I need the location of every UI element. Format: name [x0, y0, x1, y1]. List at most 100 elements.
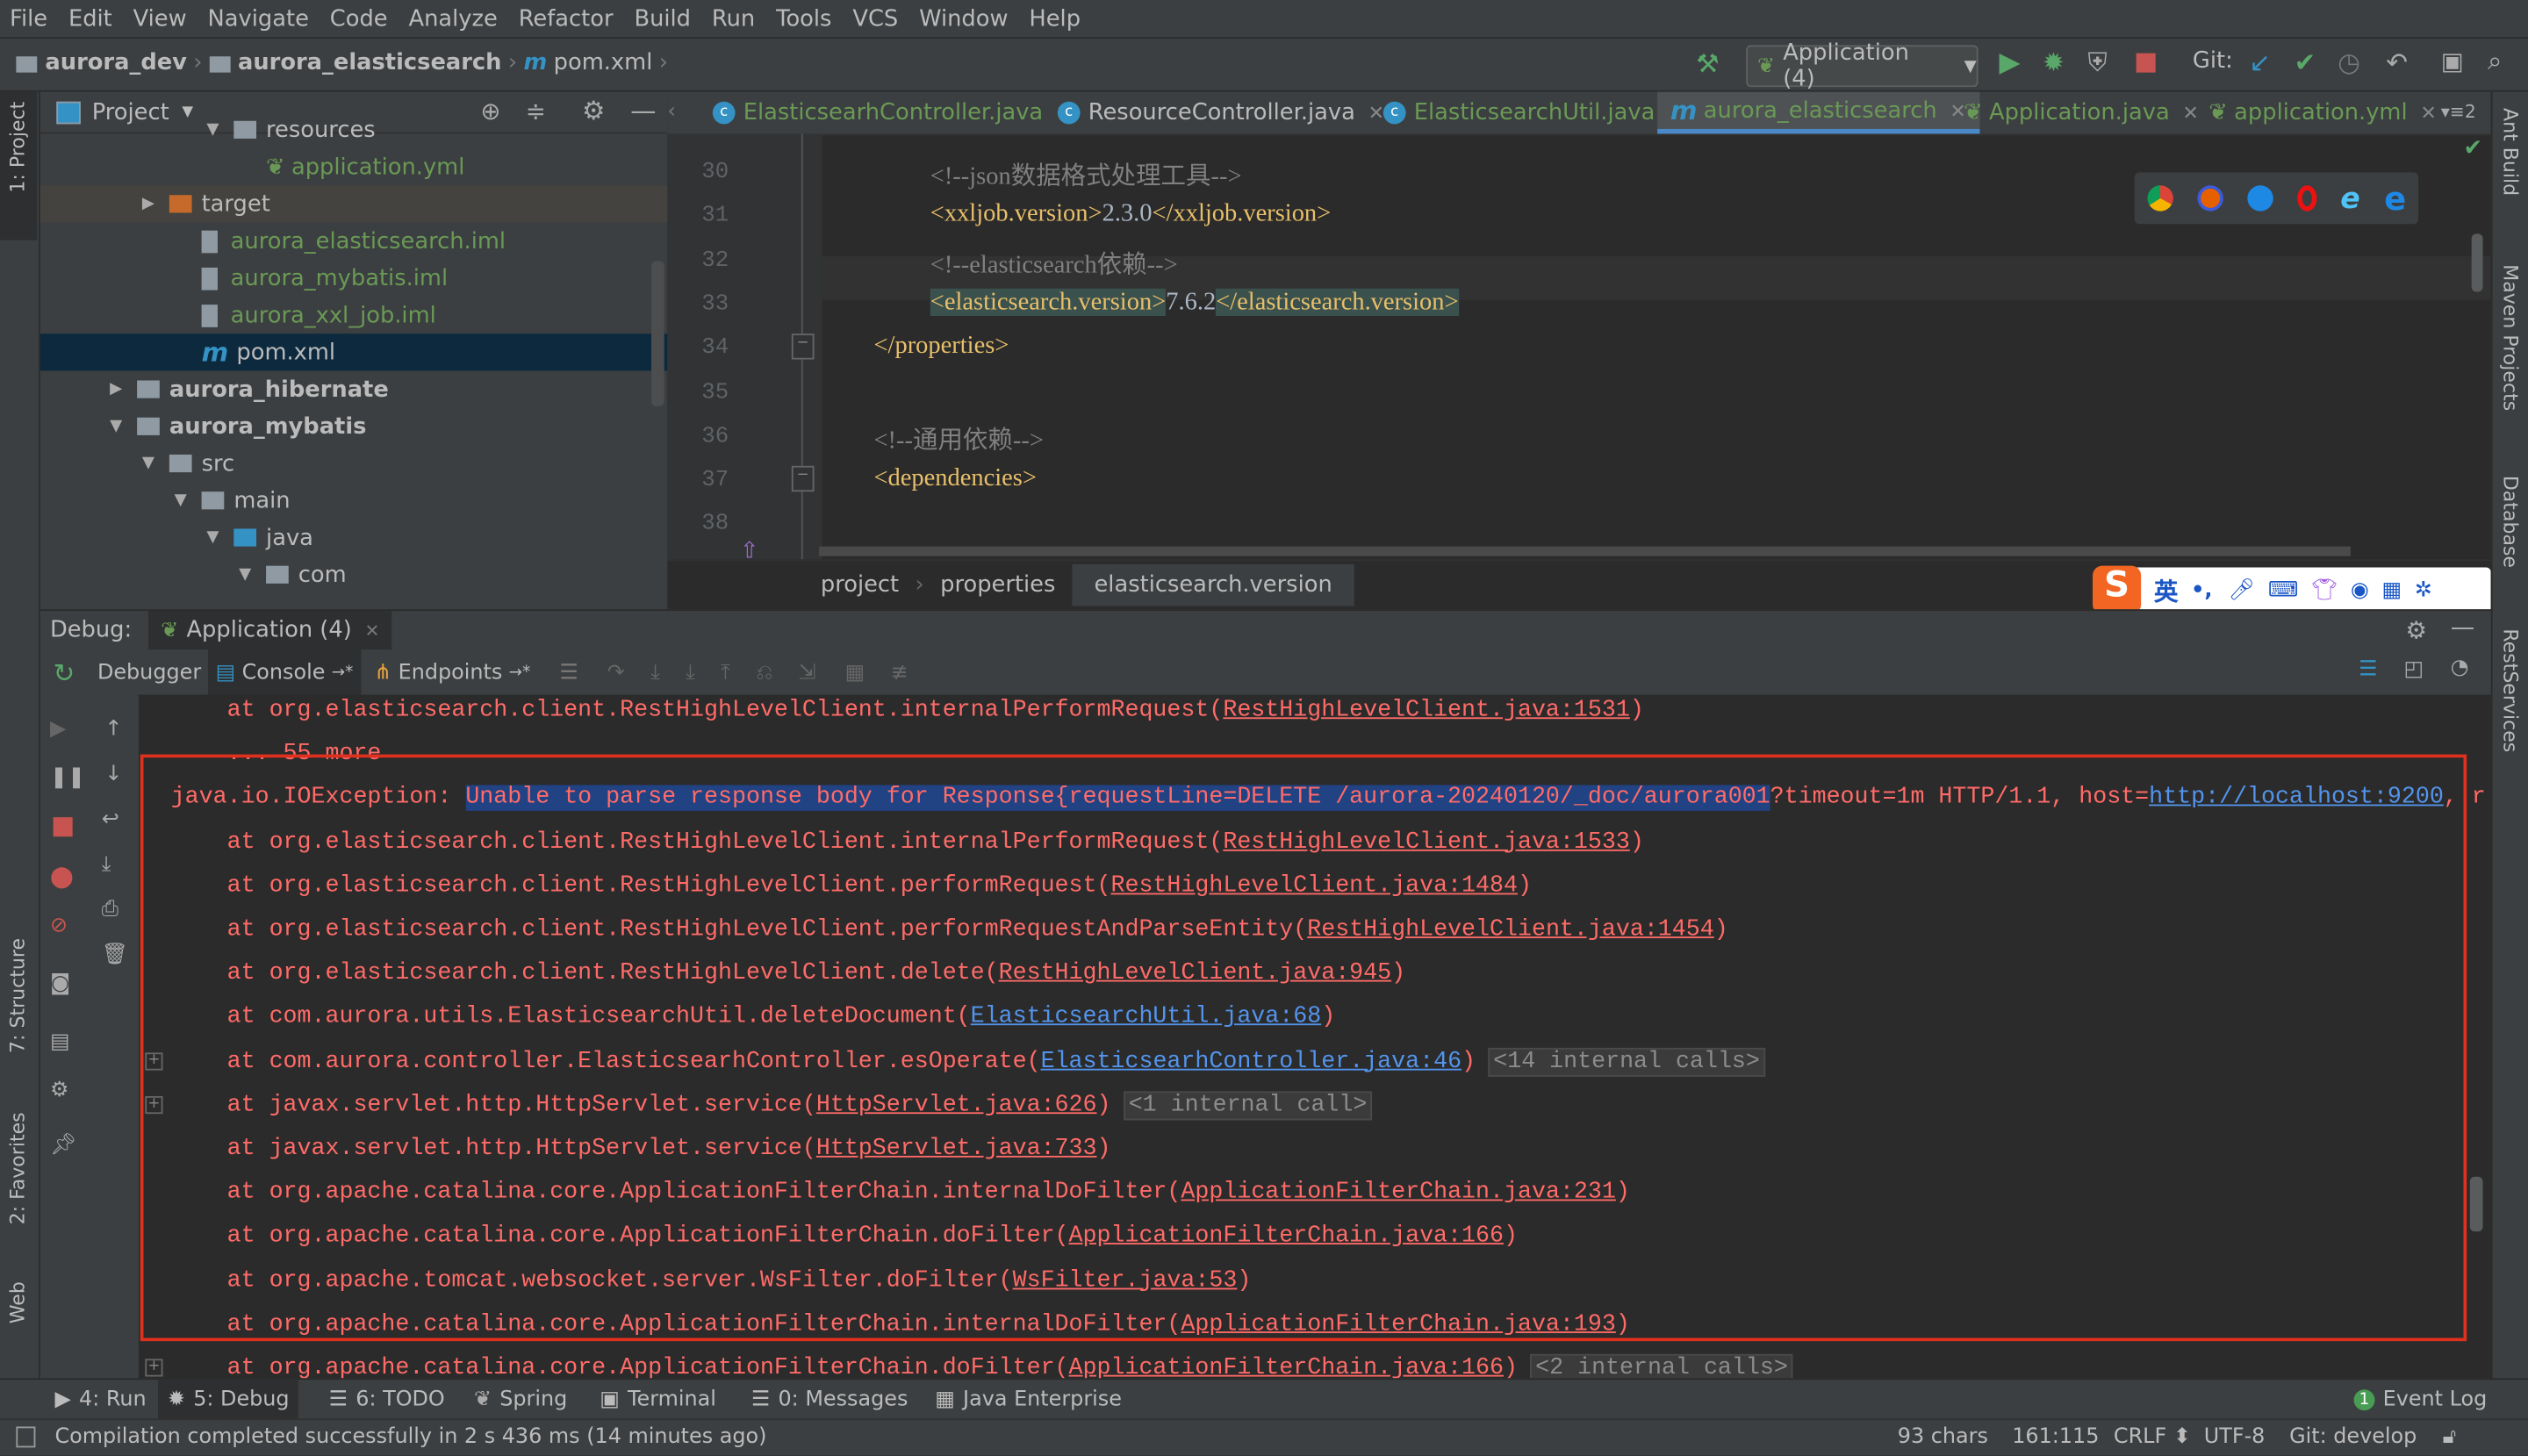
tree-item[interactable]: ▶ target — [40, 185, 668, 223]
safari-icon[interactable] — [2246, 185, 2273, 212]
step-over-icon[interactable]: ↷ — [607, 660, 625, 685]
menu-help[interactable]: Help — [1029, 5, 1081, 31]
gear-icon[interactable]: ⚙ — [2405, 616, 2427, 645]
trace-icon[interactable]: ≢ — [891, 660, 908, 685]
settings-icon[interactable]: ⚙ — [50, 1079, 68, 1103]
ie-icon[interactable]: e — [2340, 182, 2359, 216]
skin-icon[interactable]: 👕︎ — [2311, 577, 2338, 602]
lock-icon[interactable]: 🔓︎ — [2443, 1425, 2456, 1450]
ime-language-toggle[interactable]: 英 — [2154, 573, 2179, 607]
source-link[interactable]: ApplicationFilterChain.java:166 — [1069, 1356, 1504, 1379]
memory-icon[interactable]: ◔ — [2451, 656, 2469, 681]
force-step-into-icon[interactable]: ⤓ — [686, 660, 695, 685]
menu-code[interactable]: Code — [330, 5, 388, 31]
sogou-logo-icon[interactable]: S — [2093, 565, 2142, 614]
tool-debug[interactable]: ✹ 5: Debug — [157, 1380, 299, 1421]
drop-frame-icon[interactable]: ⎌ — [756, 660, 772, 685]
history-icon[interactable]: ◷ — [2338, 47, 2360, 77]
tree-item[interactable]: ▼ java — [40, 519, 667, 556]
line-separator[interactable]: CRLF ⬍ — [2114, 1425, 2191, 1450]
expand-icon[interactable]: + — [145, 1359, 163, 1377]
maven-projects-tool-tab[interactable]: Maven Projects — [2499, 264, 2522, 411]
source-link[interactable]: RestHighLevelClient.java:1531 — [1223, 698, 1629, 723]
search-icon[interactable]: ⌕ — [2488, 45, 2502, 77]
pin-icon[interactable]: 📌︎ — [50, 1133, 76, 1158]
clear-icon[interactable]: 🗑︎ — [102, 943, 128, 967]
favorites-tool-tab[interactable]: 2: Favorites — [6, 1112, 29, 1224]
vertical-scrollbar[interactable] — [2471, 233, 2483, 292]
tool-terminal[interactable]: ▣ Terminal — [600, 1380, 716, 1420]
git-branch[interactable]: Git: develop — [2289, 1425, 2417, 1450]
tab-debugger[interactable]: Debugger — [91, 660, 208, 685]
scroll-tabs-left-icon[interactable]: ‹ — [667, 100, 676, 125]
menu-tools[interactable]: Tools — [776, 5, 831, 31]
tree-scrollbar[interactable] — [651, 261, 664, 406]
opera-icon[interactable] — [2296, 185, 2316, 212]
run-config-select[interactable]: ❦ Application (4) ▼ — [1746, 40, 1979, 92]
tree-item[interactable]: ▼ resources — [40, 111, 667, 148]
down-arrow-icon[interactable]: ↓ — [104, 763, 122, 787]
print-icon[interactable]: ⎙ — [102, 898, 118, 922]
tool-spring[interactable]: ❦ Spring — [474, 1380, 567, 1420]
scroll-to-end-icon[interactable]: ⤓ — [102, 853, 111, 878]
console-scrollbar[interactable] — [2469, 1176, 2483, 1232]
stop-icon[interactable] — [2136, 53, 2156, 73]
chevron-down-icon[interactable]: ▼ — [233, 566, 256, 584]
soft-wrap-icon[interactable]: ↩ — [102, 807, 119, 832]
chrome-icon[interactable] — [2146, 185, 2172, 212]
structure-tool-tab[interactable]: 7: Structure — [6, 938, 29, 1053]
breadcrumb-item[interactable]: project — [821, 572, 899, 598]
menu-file[interactable]: File — [10, 5, 47, 31]
git-update-icon[interactable]: ↙ — [2249, 47, 2271, 77]
file-encoding[interactable]: UTF-8 — [2204, 1425, 2266, 1450]
tree-item[interactable]: aurora_xxl_job.iml — [40, 297, 667, 334]
menu-vcs[interactable]: VCS — [852, 5, 898, 31]
tool-run[interactable]: ▶ 4: Run — [54, 1380, 146, 1420]
mute-breakpoints-icon[interactable]: ⊘ — [50, 914, 68, 938]
menu-run[interactable]: Run — [712, 5, 755, 31]
snapshot-icon[interactable]: ◙ — [50, 972, 70, 997]
ant-build-tool-tab[interactable]: Ant Build — [2499, 108, 2522, 196]
breadcrumb-item[interactable]: aurora_dev — [45, 50, 187, 75]
menu-build[interactable]: Build — [634, 5, 691, 31]
firefox-icon[interactable] — [2196, 185, 2223, 212]
code-line[interactable]: <!--elasticsearch依赖--> — [930, 244, 1178, 279]
tree-item[interactable]: m pom.xml — [40, 334, 668, 371]
database-tool-tab[interactable]: Database — [2499, 476, 2522, 568]
tab-application-java[interactable]: ❦ Application.java ✕ — [1950, 92, 2211, 134]
hide-icon[interactable]: — — [2451, 613, 2475, 642]
chevron-right-icon[interactable]: ▶ — [137, 195, 160, 212]
web-tool-tab[interactable]: Web — [6, 1281, 29, 1323]
settings-icon[interactable]: ✲ — [2415, 577, 2432, 602]
tree-item[interactable]: ▼ main — [40, 482, 667, 519]
breadcrumb-item[interactable]: aurora_elasticsearch — [238, 50, 502, 75]
up-arrow-icon[interactable]: ↑ — [104, 717, 122, 742]
apps-icon[interactable]: ▦ — [2382, 577, 2402, 602]
code-line[interactable]: </properties> — [873, 333, 1009, 362]
frames-icon[interactable]: ☰ — [559, 660, 578, 685]
menu-refactor[interactable]: Refactor — [519, 5, 614, 31]
event-log-button[interactable]: 1 Event Log — [2353, 1380, 2487, 1420]
layout-icon[interactable]: ▤ — [50, 1030, 70, 1055]
game-icon[interactable]: ◉ — [2351, 577, 2369, 602]
tool-messages[interactable]: ☰ 0: Messages — [751, 1380, 908, 1420]
coverage-icon[interactable]: ⛨ — [2088, 47, 2108, 79]
code-line[interactable]: <elasticsearch.version>7.6.2</elasticsea… — [930, 288, 1459, 318]
tree-item[interactable]: ▼ aurora_mybatis — [40, 408, 667, 445]
pause-icon[interactable]: ❚❚ — [50, 765, 85, 790]
tree-item[interactable]: ▼ com — [40, 556, 667, 593]
project-structure-icon[interactable]: ▣ — [2441, 47, 2464, 75]
tab-console[interactable]: ▤ Console →* — [207, 649, 362, 695]
tab-elasticsearchutil-java[interactable]: cElasticsearchUtil.java✕ — [1370, 92, 1697, 134]
chevron-down-icon[interactable]: ▼ — [202, 121, 225, 139]
tool-java-enterprise[interactable]: ▦ Java Enterprise — [935, 1380, 1122, 1420]
breadcrumb-item[interactable]: elasticsearch.version — [1071, 563, 1355, 606]
tree-item[interactable]: ▼ src — [40, 445, 667, 482]
debug-icon[interactable]: ✹ — [2043, 47, 2065, 77]
ime-punctuation-toggle[interactable]: •, — [2191, 577, 2212, 602]
menu-edit[interactable]: Edit — [68, 5, 112, 31]
breadcrumb-item[interactable]: pom.xml — [554, 50, 653, 75]
view-breakpoints-icon[interactable]: ⬤ — [50, 865, 74, 890]
menu-window[interactable]: Window — [919, 5, 1008, 31]
tab-application-yml[interactable]: ❦ application.yml ✕ — [2196, 92, 2450, 134]
